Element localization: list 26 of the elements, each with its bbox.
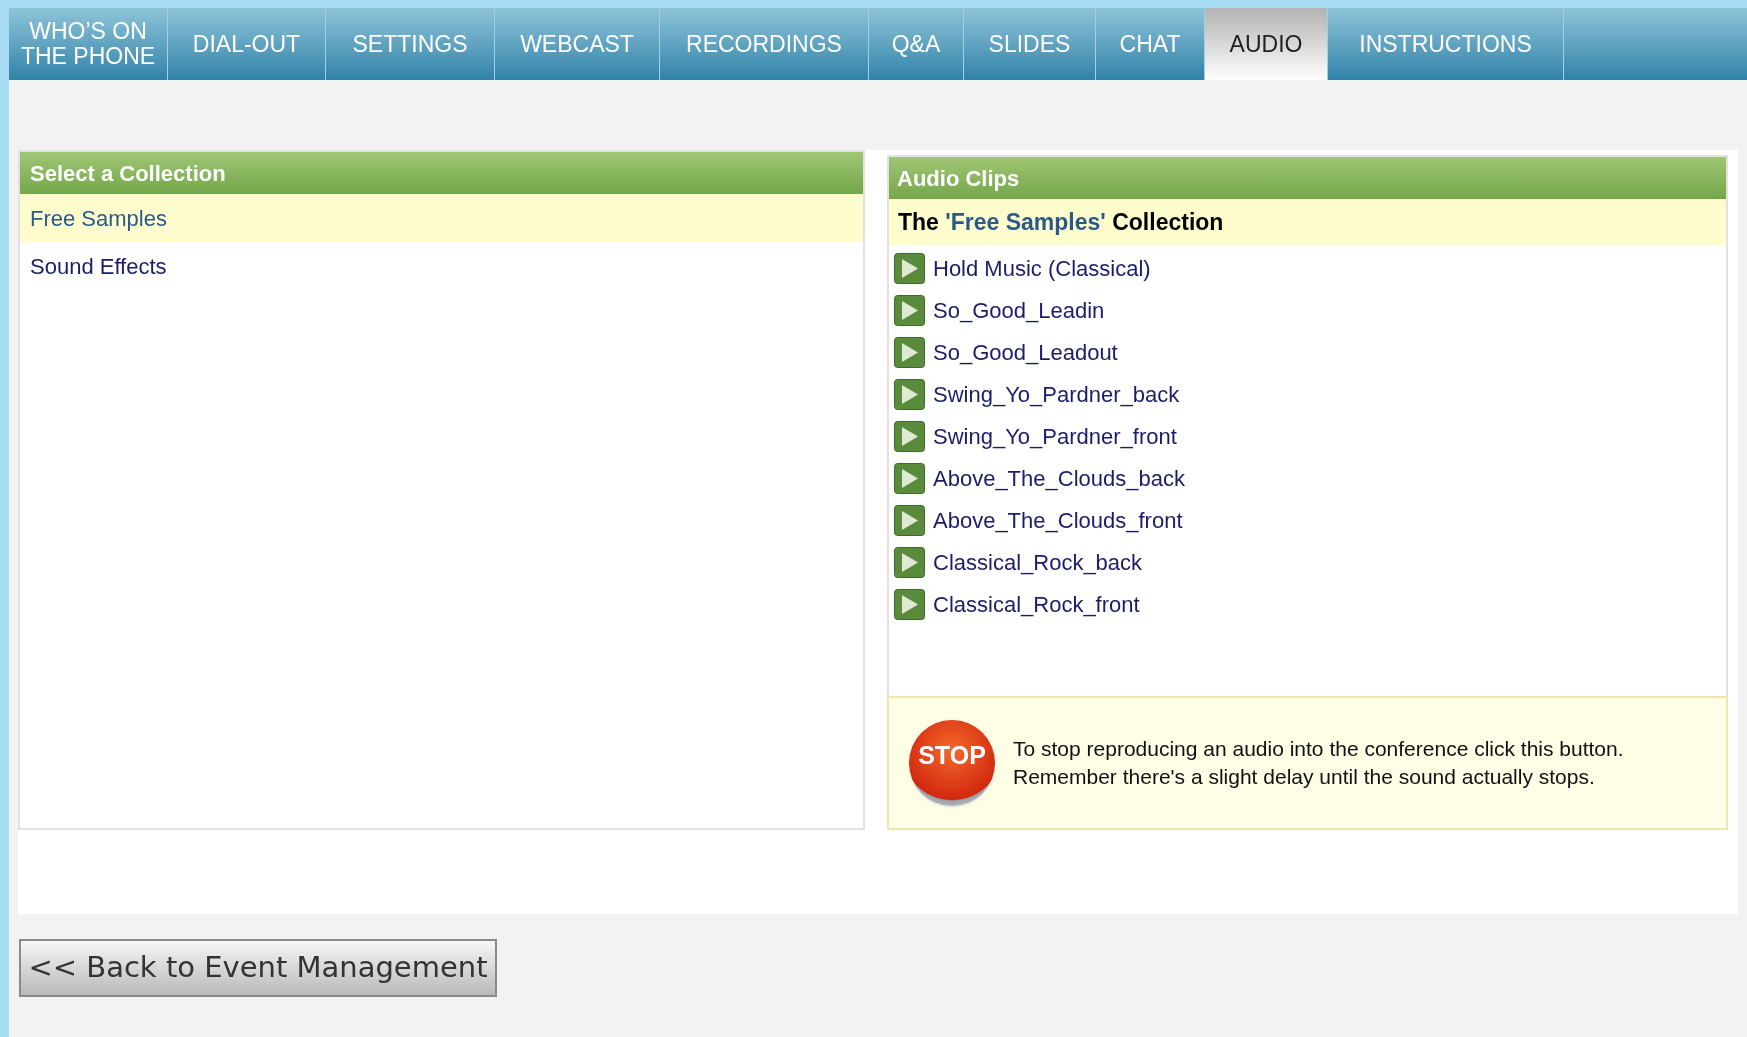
panel-title: Audio Clips <box>889 157 1726 199</box>
collection-item[interactable]: Free Samples <box>20 194 863 242</box>
play-icon[interactable] <box>894 504 925 536</box>
play-icon[interactable] <box>894 420 925 452</box>
clip-name[interactable]: Swing_Yo_Pardner_front <box>933 419 1177 453</box>
play-icon[interactable] <box>894 462 925 494</box>
collection-heading: The 'Free Samples' Collection <box>889 199 1726 245</box>
clip-name[interactable]: So_Good_Leadout <box>933 335 1118 369</box>
play-icon[interactable] <box>894 294 925 326</box>
clip-name[interactable]: Hold Music (Classical) <box>933 251 1151 285</box>
clip-name[interactable]: Classical_Rock_front <box>933 587 1140 621</box>
play-icon[interactable] <box>894 588 925 620</box>
play-icon[interactable] <box>894 252 925 284</box>
play-icon[interactable] <box>894 546 925 578</box>
nav-tab[interactable]: AUDIO <box>1205 8 1328 80</box>
clip-name[interactable]: Classical_Rock_back <box>933 545 1143 579</box>
play-icon[interactable] <box>894 378 925 410</box>
stop-instructions: To stop reproducing an audio into the conference click this button. Remember there's a slight delay until the sound actually stops. <box>1013 736 1625 790</box>
clip-name[interactable]: Swing_Yo_Pardner_back <box>933 377 1180 411</box>
clip-name[interactable]: So_Good_Leadin <box>933 293 1105 327</box>
panel-title: Select a Collection <box>20 152 863 194</box>
stop-button[interactable]: STOP <box>909 720 995 806</box>
clip-name[interactable]: Above_The_Clouds_back <box>933 461 1185 495</box>
clip-name[interactable]: Above_The_Clouds_front <box>933 503 1183 537</box>
back-button[interactable]: << Back to Event Management <box>19 939 497 997</box>
play-icon[interactable] <box>894 336 925 368</box>
